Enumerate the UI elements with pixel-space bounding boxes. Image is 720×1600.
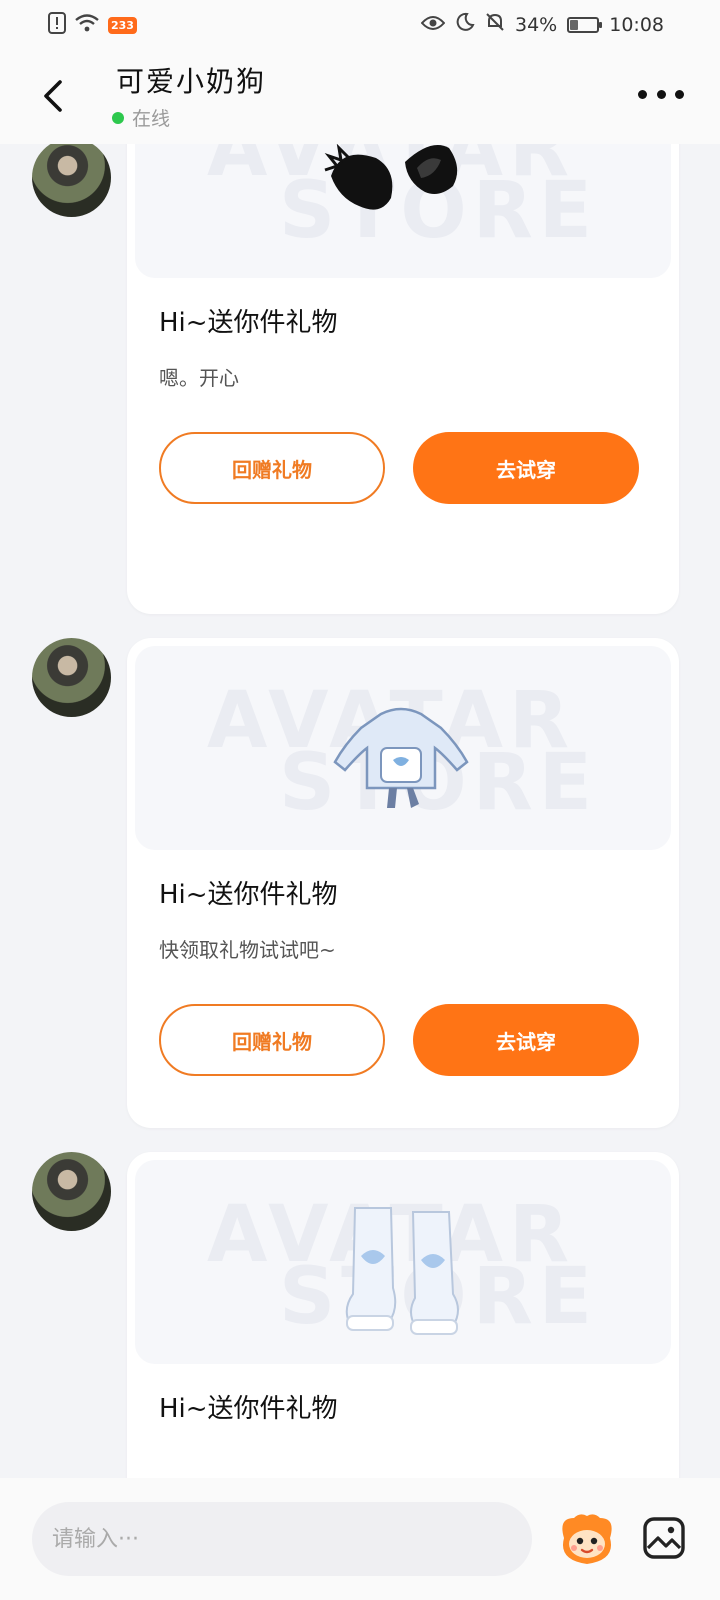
emoji-button[interactable] [556,1508,618,1570]
try-on-button[interactable]: 去试穿 [413,432,639,504]
app-notification-badge: 233 [108,17,137,34]
alert-icon [48,12,66,39]
status-bar: 233 34% 10:08 [0,0,720,50]
eye-icon [420,14,446,36]
gift-item-image[interactable]: AVATAR STORE [135,646,671,850]
mascot-emoji-icon [562,1514,612,1564]
gift-card-title: Hi~送你件礼物 [159,880,338,910]
try-on-button[interactable]: 去试穿 [413,1004,639,1076]
sender-avatar[interactable] [32,144,111,217]
send-image-button[interactable] [642,1516,686,1560]
message-input[interactable] [32,1502,532,1576]
chevron-left-icon [44,80,62,112]
contact-name: 可爱小奶狗 [116,65,267,98]
online-status-text: 在线 [132,108,171,130]
chat-header: 可爱小奶狗 在线 [0,50,720,144]
boots-icon [345,1207,459,1335]
jacket-icon [333,707,469,808]
message-input-bar [0,1478,720,1600]
return-gift-button[interactable]: 回赠礼物 [159,432,385,504]
dot-icon [675,89,684,99]
mute-bell-icon [485,12,505,37]
moon-icon [455,12,475,37]
online-dot-icon [112,111,124,124]
sender-avatar[interactable] [32,1152,111,1231]
sender-avatar[interactable] [32,638,111,717]
dot-icon [656,89,666,99]
gift-item-image[interactable]: AVATAR STORE [135,1160,671,1364]
chat-message-list[interactable]: AVATAR STORE Hi~送你件礼物 嗯。开心 回赠礼物 去试穿 AVAT… [0,144,720,1478]
battery-icon [567,16,603,33]
dot-icon [638,89,647,99]
gift-message-card: AVATAR STORE Hi~送你件礼物 [127,1152,679,1478]
more-options-button[interactable] [638,84,684,104]
battery-percent: 34% [515,13,558,36]
gift-message-card: AVATAR STORE Hi~送你件礼物 快领取礼物试试吧~ 回赠礼物 去试穿 [127,638,679,1128]
gift-card-title: Hi~送你件礼物 [159,308,338,338]
gift-card-message: 快领取礼物试试吧~ [159,938,336,962]
wifi-icon [74,13,100,38]
online-status: 在线 [112,104,170,131]
clock-time: 10:08 [609,13,664,36]
gift-message-card: AVATAR STORE Hi~送你件礼物 嗯。开心 回赠礼物 去试穿 [127,144,679,614]
return-gift-button[interactable]: 回赠礼物 [159,1004,385,1076]
back-button[interactable] [36,76,72,116]
gift-card-title: Hi~送你件礼物 [159,1394,338,1424]
gift-item-image[interactable]: AVATAR STORE [135,144,671,278]
gift-card-message: 嗯。开心 [159,366,239,390]
cat-ears-icon [324,144,458,210]
image-icon [643,1517,685,1559]
